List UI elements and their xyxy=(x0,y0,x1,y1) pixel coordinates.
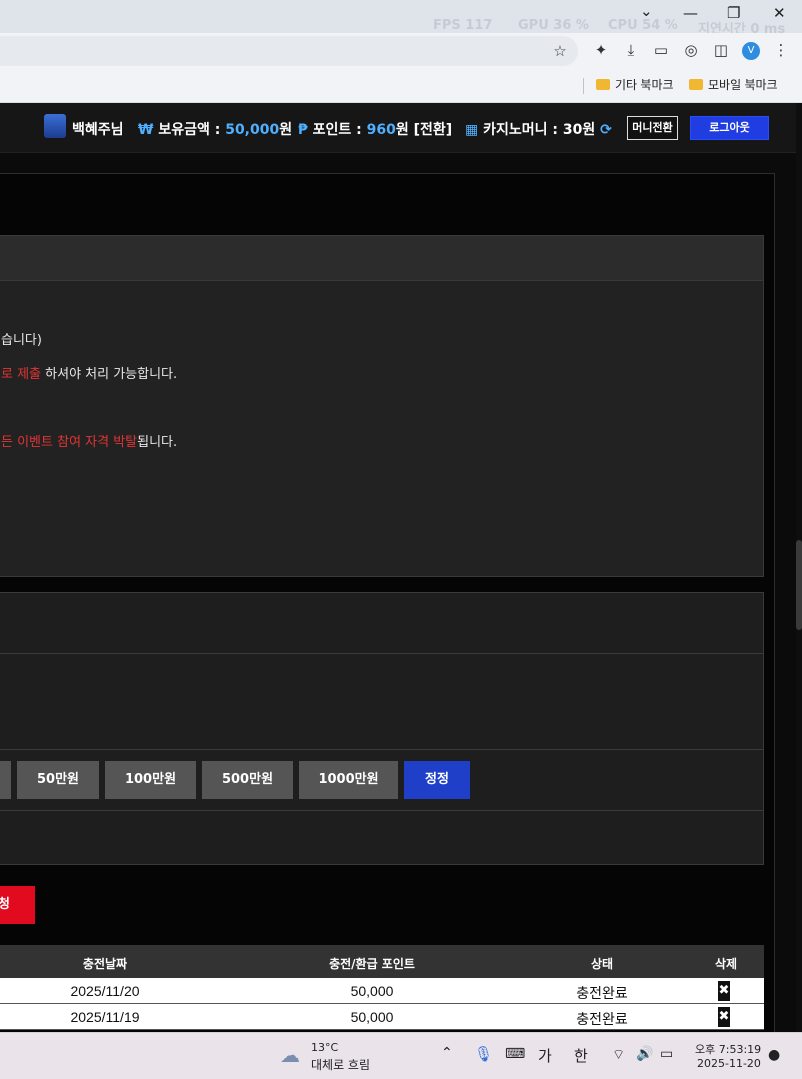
amount-reset-button[interactable]: 정정 xyxy=(404,761,470,799)
amount-button-1000[interactable]: 1000만원 xyxy=(299,761,398,799)
table-row: 2025/11/20 50,000 충전완료 ✖ xyxy=(0,978,764,1004)
keyboard-icon[interactable]: ⌨ xyxy=(505,1046,525,1062)
tab-search-chevron-icon[interactable]: ⌄ xyxy=(640,2,653,20)
scrollbar-thumb[interactable] xyxy=(796,540,802,630)
menu-icon[interactable]: ⋮ xyxy=(772,41,790,59)
split-view-icon[interactable]: ◫ xyxy=(712,41,730,59)
delete-icon[interactable]: ✖ xyxy=(718,981,730,1001)
volume-icon[interactable]: 🔊 xyxy=(636,1046,653,1062)
balance-label: 보유금액 : xyxy=(158,122,221,138)
casino-icon: ▦ xyxy=(465,122,479,138)
form-divider xyxy=(0,749,764,750)
wifi-icon[interactable]: ⌔ xyxy=(612,1046,625,1064)
refresh-icon[interactable]: ⟳ xyxy=(600,122,612,138)
row-status: 충전완료 xyxy=(576,1011,628,1027)
browser-toolbar: ☆ ✦ ⤓ ▭ ◎ ◫ V ⋮ xyxy=(0,33,802,67)
clock-date[interactable]: 2025-11-20 xyxy=(697,1057,761,1070)
download-icon[interactable]: ⤓ xyxy=(622,41,640,59)
casino-money: ▦ 카지노머니 : 30원 ⟳ xyxy=(465,119,612,139)
amount-button-partial[interactable] xyxy=(0,761,11,799)
col-delete: 삭제 xyxy=(714,957,738,971)
notice-line-2: 로 제출 하셔야 처리 가능합니다. xyxy=(1,363,177,382)
address-bar[interactable]: ☆ xyxy=(0,36,578,66)
ime-mode-1[interactable]: 가 xyxy=(538,1045,552,1066)
bookmark-label: 기타 북마크 xyxy=(615,78,674,92)
casino-label: 카지노머니 : xyxy=(483,122,558,138)
notice-line-3-emphasis: 든 이벤트 참여 자격 박탈 xyxy=(1,435,138,450)
minimize-icon[interactable]: — xyxy=(683,4,698,22)
tray-chevron-icon[interactable]: ⌃ xyxy=(441,1045,453,1061)
row-points: 50,000 xyxy=(350,1009,394,1025)
folder-icon xyxy=(689,79,703,90)
username[interactable]: 백혜주님 xyxy=(72,119,124,139)
browser-titlebar: FPS 117 GPU 36 % CPU 54 % 지연시간 0 ms ⌄ — … xyxy=(0,0,802,37)
amount-button-500[interactable]: 500만원 xyxy=(202,761,293,799)
money-switch-button[interactable]: 머니전환 xyxy=(627,116,678,140)
notice-line-3: 든 이벤트 참여 자격 박탈됩니다. xyxy=(1,431,177,450)
bookmark-folder-mobile[interactable]: 모바일 북마크 xyxy=(689,76,778,93)
col-status: 상태 xyxy=(590,957,614,971)
logout-button[interactable]: 로그아웃 xyxy=(690,116,769,140)
notice-line-2-emphasis: 로 제출 xyxy=(1,367,42,382)
amount-button-50[interactable]: 50만원 xyxy=(17,761,99,799)
cpu-overlay: CPU 54 % xyxy=(608,18,678,33)
row-date: 2025/11/20 xyxy=(70,983,140,999)
screenshot-icon[interactable]: ◎ xyxy=(682,41,700,59)
weather-cloud-icon[interactable]: ☁ xyxy=(280,1043,300,1067)
weather-temp[interactable]: 13°C xyxy=(311,1041,338,1054)
bookmark-separator xyxy=(583,78,584,94)
history-table-header: 충전날짜 충전/환급 포인트 상태 삭제 xyxy=(0,945,764,978)
notice-header xyxy=(0,235,764,281)
apply-button[interactable]: 청 xyxy=(0,886,35,924)
camera-icon[interactable]: ▭ xyxy=(652,41,670,59)
form-divider xyxy=(0,653,764,654)
won-icon: ₩ xyxy=(138,122,154,138)
charge-form xyxy=(0,592,764,865)
fps-overlay: FPS 117 xyxy=(433,18,493,33)
notice-line-3-text: 됩니다. xyxy=(137,435,178,450)
bookmarks-bar: 기타 북마크 모바일 북마크 xyxy=(0,67,802,103)
clock-time[interactable]: 오후 7:53:19 xyxy=(695,1041,761,1057)
bookmark-star-icon[interactable]: ☆ xyxy=(551,42,569,60)
points[interactable]: ₱ 포인트 : 960원 [전환] xyxy=(298,119,452,139)
row-points: 50,000 xyxy=(350,983,394,999)
form-divider xyxy=(0,810,764,811)
col-points: 충전/환급 포인트 xyxy=(329,957,415,971)
folder-icon xyxy=(596,79,610,90)
casino-value: 30원 xyxy=(562,122,596,138)
profile-avatar[interactable]: V xyxy=(742,42,760,60)
table-row: 2025/11/19 50,000 충전완료 ✖ xyxy=(0,1004,764,1030)
point-unit: 원 [전환] xyxy=(395,122,453,138)
gpu-overlay: GPU 36 % xyxy=(518,18,589,33)
bookmark-folder-other[interactable]: 기타 북마크 xyxy=(596,76,674,93)
user-avatar xyxy=(44,114,66,138)
microphone-icon[interactable]: 🎙 xyxy=(474,1045,493,1063)
ime-mode-2[interactable]: 한 xyxy=(574,1045,588,1066)
bookmark-label: 모바일 북마크 xyxy=(708,78,778,92)
point-value: 960 xyxy=(366,122,396,138)
restore-icon[interactable]: ❐ xyxy=(727,4,740,22)
notice-line-2-text: 하셔야 처리 가능합니다. xyxy=(41,367,178,382)
battery-icon[interactable]: ▭ xyxy=(660,1046,673,1062)
weather-desc[interactable]: 대체로 흐림 xyxy=(311,1056,370,1073)
balance-unit: 원 xyxy=(279,122,293,138)
row-status: 충전완료 xyxy=(576,985,628,1001)
notice-body: 습니다) 로 제출 하셔야 처리 가능합니다. 든 이벤트 참여 자격 박탈됩니… xyxy=(0,281,764,577)
col-date: 충전날짜 xyxy=(82,957,128,971)
row-date: 2025/11/19 xyxy=(70,1009,140,1025)
balance-value: 50,000 xyxy=(225,122,280,138)
close-icon[interactable]: ✕ xyxy=(773,4,786,22)
amount-button-100[interactable]: 100만원 xyxy=(105,761,196,799)
point-label: 포인트 : xyxy=(312,122,362,138)
extensions-icon[interactable]: ✦ xyxy=(592,41,610,59)
notification-icon[interactable]: ● xyxy=(768,1047,780,1063)
delete-icon[interactable]: ✖ xyxy=(718,1007,730,1027)
windows-taskbar: ☁ 13°C 대체로 흐림 ⌃ 🎙 ⌨ 가 한 ⌔ 🔊 ▭ 오후 7:53:19… xyxy=(0,1032,802,1079)
point-icon: ₱ xyxy=(298,122,308,138)
notice-line-1: 습니다) xyxy=(1,333,42,348)
balance: ₩ 보유금액 : 50,000원 xyxy=(138,119,292,139)
